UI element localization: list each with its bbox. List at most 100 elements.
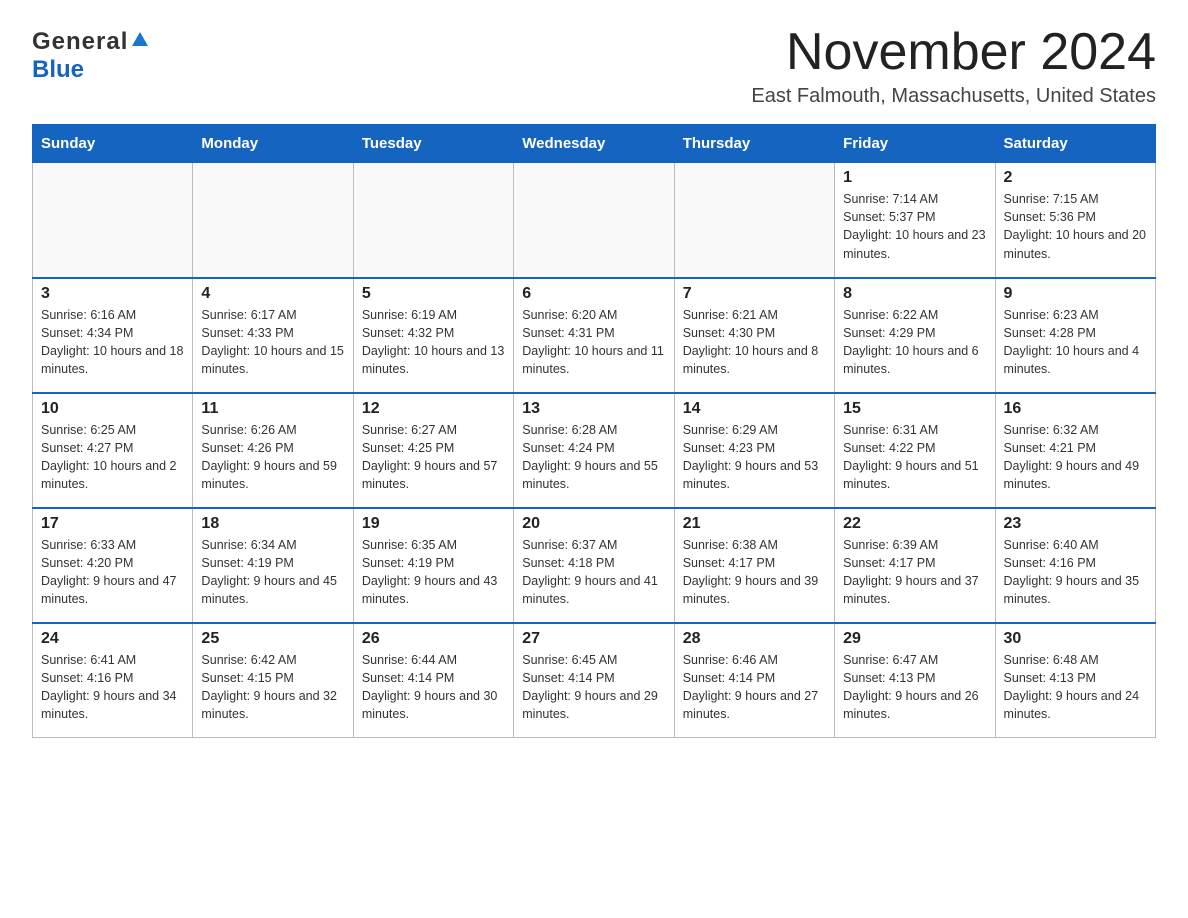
day-info: Sunrise: 7:14 AMSunset: 5:37 PMDaylight:… [843,190,986,263]
day-number: 13 [522,400,665,418]
calendar-week-row: 24 Sunrise: 6:41 AMSunset: 4:16 PMDayligh… [33,623,1156,738]
day-info: Sunrise: 6:22 AMSunset: 4:29 PMDaylight:… [843,306,986,379]
day-number: 1 [843,169,986,187]
day-number: 7 [683,285,826,303]
calendar-table: SundayMondayTuesdayWednesdayThursdayFrid… [32,124,1156,738]
calendar-cell: 2 Sunrise: 7:15 AMSunset: 5:36 PMDaylight… [995,163,1155,278]
calendar-cell: 4 Sunrise: 6:17 AMSunset: 4:33 PMDaylight… [193,278,353,393]
day-number: 20 [522,515,665,533]
day-info: Sunrise: 6:38 AMSunset: 4:17 PMDaylight:… [683,536,826,609]
day-info: Sunrise: 6:28 AMSunset: 4:24 PMDaylight:… [522,421,665,494]
day-number: 18 [201,515,344,533]
logo-blue-text: Blue [32,56,84,83]
day-info: Sunrise: 6:39 AMSunset: 4:17 PMDaylight:… [843,536,986,609]
calendar-cell: 5 Sunrise: 6:19 AMSunset: 4:32 PMDaylight… [353,278,513,393]
calendar-cell [353,163,513,278]
calendar-cell: 26 Sunrise: 6:44 AMSunset: 4:14 PMDayligh… [353,623,513,738]
calendar-cell [514,163,674,278]
day-number: 16 [1004,400,1147,418]
day-info: Sunrise: 6:32 AMSunset: 4:21 PMDaylight:… [1004,421,1147,494]
day-info: Sunrise: 6:44 AMSunset: 4:14 PMDaylight:… [362,651,505,724]
day-number: 6 [522,285,665,303]
day-info: Sunrise: 6:37 AMSunset: 4:18 PMDaylight:… [522,536,665,609]
calendar-week-row: 17 Sunrise: 6:33 AMSunset: 4:20 PMDayligh… [33,508,1156,623]
day-number: 21 [683,515,826,533]
day-number: 27 [522,630,665,648]
day-number: 29 [843,630,986,648]
weekday-header-tuesday: Tuesday [353,125,513,163]
day-info: Sunrise: 6:26 AMSunset: 4:26 PMDaylight:… [201,421,344,494]
weekday-header-row: SundayMondayTuesdayWednesdayThursdayFrid… [33,125,1156,163]
day-number: 30 [1004,630,1147,648]
logo-general-text: General [32,28,128,56]
weekday-header-wednesday: Wednesday [514,125,674,163]
day-number: 24 [41,630,184,648]
day-number: 10 [41,400,184,418]
day-number: 4 [201,285,344,303]
calendar-cell: 18 Sunrise: 6:34 AMSunset: 4:19 PMDayligh… [193,508,353,623]
day-info: Sunrise: 6:21 AMSunset: 4:30 PMDaylight:… [683,306,826,379]
weekday-header-friday: Friday [835,125,995,163]
day-info: Sunrise: 6:45 AMSunset: 4:14 PMDaylight:… [522,651,665,724]
day-number: 25 [201,630,344,648]
calendar-cell: 14Sunrise: 6:29 AMSunset: 4:23 PMDayligh… [674,393,834,508]
day-number: 2 [1004,169,1147,187]
page-header: General Blue November 2024 East Falmouth… [32,24,1156,108]
calendar-cell: 11 Sunrise: 6:26 AMSunset: 4:26 PMDayligh… [193,393,353,508]
weekday-header-sunday: Sunday [33,125,193,163]
day-info: Sunrise: 6:48 AMSunset: 4:13 PMDaylight:… [1004,651,1147,724]
calendar-cell: 22 Sunrise: 6:39 AMSunset: 4:17 PMDayligh… [835,508,995,623]
day-number: 23 [1004,515,1147,533]
calendar-cell [33,163,193,278]
day-info: Sunrise: 7:15 AMSunset: 5:36 PMDaylight:… [1004,190,1147,263]
day-info: Sunrise: 6:17 AMSunset: 4:33 PMDaylight:… [201,306,344,379]
day-info: Sunrise: 6:23 AMSunset: 4:28 PMDaylight:… [1004,306,1147,379]
day-info: Sunrise: 6:46 AMSunset: 4:14 PMDaylight:… [683,651,826,724]
day-info: Sunrise: 6:16 AMSunset: 4:34 PMDaylight:… [41,306,184,379]
calendar-cell: 30 Sunrise: 6:48 AMSunset: 4:13 PMDayligh… [995,623,1155,738]
calendar-cell: 9Sunrise: 6:23 AMSunset: 4:28 PMDaylight… [995,278,1155,393]
day-info: Sunrise: 6:42 AMSunset: 4:15 PMDaylight:… [201,651,344,724]
day-info: Sunrise: 6:19 AMSunset: 4:32 PMDaylight:… [362,306,505,379]
day-info: Sunrise: 6:27 AMSunset: 4:25 PMDaylight:… [362,421,505,494]
day-number: 11 [201,400,344,418]
day-info: Sunrise: 6:31 AMSunset: 4:22 PMDaylight:… [843,421,986,494]
logo-triangle-icon [131,30,149,53]
day-number: 15 [843,400,986,418]
month-title: November 2024 [751,24,1156,81]
weekday-header-monday: Monday [193,125,353,163]
calendar-week-row: 1 Sunrise: 7:14 AMSunset: 5:37 PMDaylight… [33,163,1156,278]
calendar-cell: 20 Sunrise: 6:37 AMSunset: 4:18 PMDayligh… [514,508,674,623]
day-number: 28 [683,630,826,648]
day-info: Sunrise: 6:47 AMSunset: 4:13 PMDaylight:… [843,651,986,724]
day-info: Sunrise: 6:35 AMSunset: 4:19 PMDaylight:… [362,536,505,609]
calendar-cell: 25 Sunrise: 6:42 AMSunset: 4:15 PMDayligh… [193,623,353,738]
calendar-cell: 15 Sunrise: 6:31 AMSunset: 4:22 PMDayligh… [835,393,995,508]
day-info: Sunrise: 6:29 AMSunset: 4:23 PMDaylight:… [683,421,826,494]
calendar-week-row: 3 Sunrise: 6:16 AMSunset: 4:34 PMDaylight… [33,278,1156,393]
calendar-cell: 6 Sunrise: 6:20 AMSunset: 4:31 PMDaylight… [514,278,674,393]
calendar-cell: 23Sunrise: 6:40 AMSunset: 4:16 PMDayligh… [995,508,1155,623]
day-number: 8 [843,285,986,303]
day-info: Sunrise: 6:34 AMSunset: 4:19 PMDaylight:… [201,536,344,609]
calendar-cell: 29 Sunrise: 6:47 AMSunset: 4:13 PMDayligh… [835,623,995,738]
calendar-cell: 10 Sunrise: 6:25 AMSunset: 4:27 PMDayligh… [33,393,193,508]
day-info: Sunrise: 6:20 AMSunset: 4:31 PMDaylight:… [522,306,665,379]
calendar-week-row: 10 Sunrise: 6:25 AMSunset: 4:27 PMDayligh… [33,393,1156,508]
day-info: Sunrise: 6:33 AMSunset: 4:20 PMDaylight:… [41,536,184,609]
day-number: 3 [41,285,184,303]
day-number: 5 [362,285,505,303]
calendar-cell [674,163,834,278]
day-number: 19 [362,515,505,533]
weekday-header-thursday: Thursday [674,125,834,163]
title-block: November 2024 East Falmouth, Massachuset… [751,24,1156,108]
day-number: 17 [41,515,184,533]
day-info: Sunrise: 6:25 AMSunset: 4:27 PMDaylight:… [41,421,184,494]
location-title: East Falmouth, Massachusetts, United Sta… [751,85,1156,108]
day-number: 26 [362,630,505,648]
calendar-cell: 1 Sunrise: 7:14 AMSunset: 5:37 PMDaylight… [835,163,995,278]
day-info: Sunrise: 6:41 AMSunset: 4:16 PMDaylight:… [41,651,184,724]
day-number: 22 [843,515,986,533]
weekday-header-saturday: Saturday [995,125,1155,163]
calendar-cell: 24 Sunrise: 6:41 AMSunset: 4:16 PMDayligh… [33,623,193,738]
